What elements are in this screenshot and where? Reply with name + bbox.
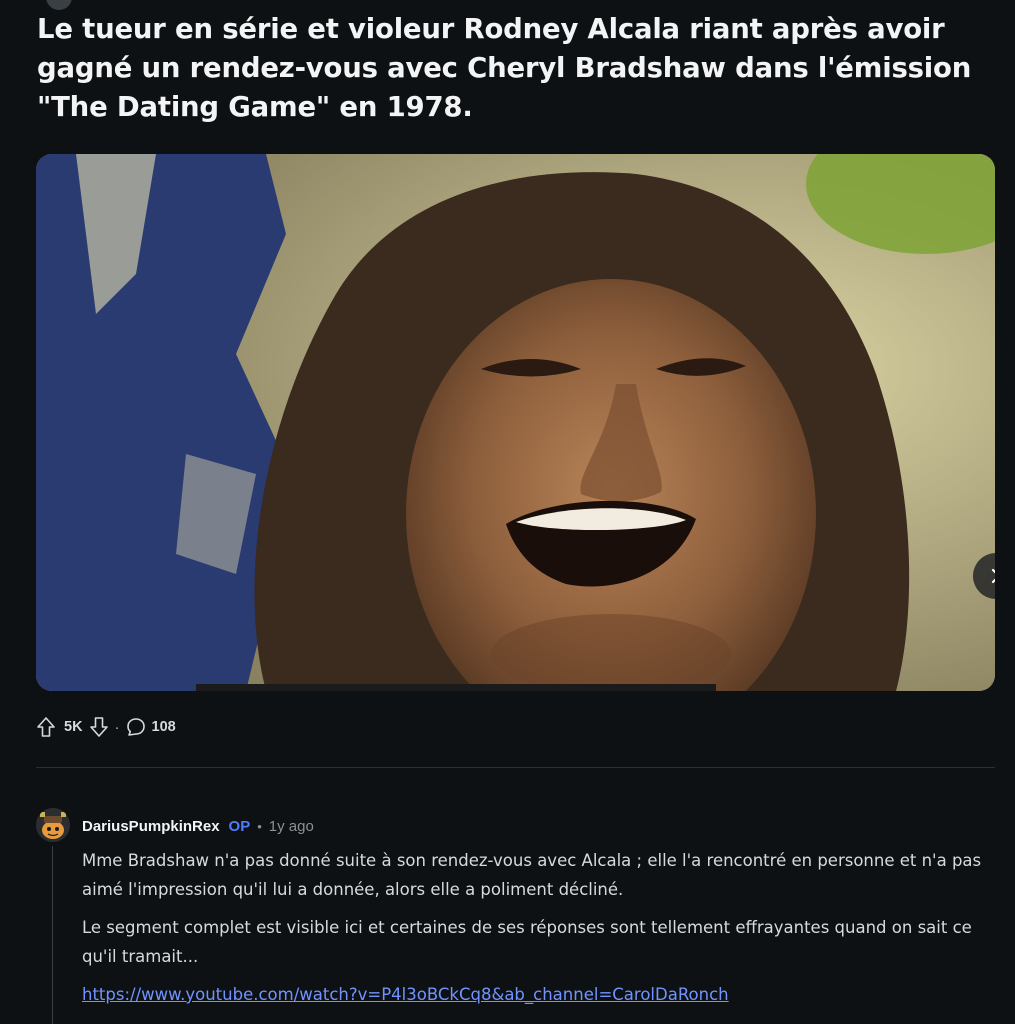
post-header-peek bbox=[0, 0, 1015, 10]
comment-paragraph: Mme Bradshaw n'a pas donné suite à son r… bbox=[82, 851, 982, 899]
meta-separator: • bbox=[257, 818, 262, 834]
chevron-right-icon bbox=[991, 568, 995, 584]
comment-author[interactable]: DariusPumpkinRex bbox=[82, 818, 220, 835]
snoo-avatar-icon bbox=[36, 808, 70, 842]
comment-paragraph: Le segment complet est visible ici et ce… bbox=[82, 918, 972, 966]
avatar[interactable] bbox=[36, 808, 70, 842]
arrow-down-icon bbox=[89, 717, 108, 737]
post-image-gallery[interactable] bbox=[36, 154, 995, 691]
post-title: Le tueur en série et violeur Rodney Alca… bbox=[37, 13, 972, 123]
op-badge: OP bbox=[228, 817, 251, 835]
post-photo bbox=[36, 154, 995, 691]
comments-button[interactable]: 108 bbox=[126, 717, 182, 737]
thread-line[interactable] bbox=[52, 846, 53, 1024]
comment-count: 108 bbox=[151, 719, 176, 735]
comment-body: Mme Bradshaw n'a pas donné suite à son r… bbox=[82, 847, 987, 1020]
post-action-bar: 5K · 108 bbox=[36, 712, 182, 742]
downvote-button[interactable] bbox=[89, 716, 109, 738]
comment-timestamp[interactable]: 1y ago bbox=[269, 818, 314, 835]
post-page: Le tueur en série et violeur Rodney Alca… bbox=[0, 0, 1015, 1024]
youtube-link[interactable]: https://www.youtube.com/watch?v=P4l3oBCk… bbox=[82, 985, 729, 1004]
section-divider bbox=[36, 767, 995, 768]
upvote-button[interactable] bbox=[36, 716, 56, 738]
speech-bubble-icon bbox=[126, 718, 145, 736]
arrow-up-icon bbox=[37, 717, 55, 737]
action-separator: · bbox=[114, 718, 120, 736]
subreddit-avatar[interactable] bbox=[46, 0, 72, 10]
vote-count: 5K bbox=[64, 719, 83, 735]
comment-meta: DariusPumpkinRex OP • 1y ago bbox=[82, 814, 314, 838]
